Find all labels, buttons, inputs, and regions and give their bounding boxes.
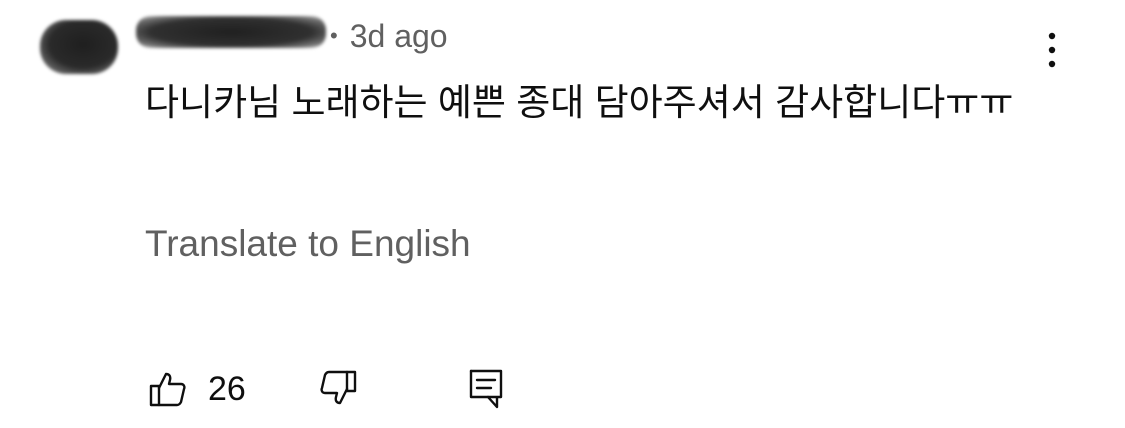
more-vertical-icon (1048, 32, 1056, 68)
comment-timestamp[interactable]: 3d ago (350, 18, 448, 55)
like-button[interactable]: 26 (148, 369, 246, 409)
dislike-button[interactable] (318, 368, 358, 408)
comment-meta: • 3d ago (330, 14, 448, 58)
translate-button[interactable]: Translate to English (145, 220, 471, 268)
like-count: 26 (208, 369, 246, 408)
meta-separator: • (330, 23, 338, 48)
thumbs-down-icon (320, 370, 357, 405)
reply-button[interactable] (468, 368, 504, 410)
more-options-button[interactable] (1040, 30, 1064, 74)
avatar-redacted[interactable] (40, 20, 118, 74)
reply-icon (469, 369, 503, 409)
comment-actions: 26 (148, 366, 503, 412)
thumbs-up-icon (149, 372, 186, 407)
comment-text: 다니카님 노래하는 예쁜 종대 담아주셔서 감사합니다ㅠㅠ (145, 82, 1014, 123)
username-redacted[interactable] (136, 16, 326, 48)
